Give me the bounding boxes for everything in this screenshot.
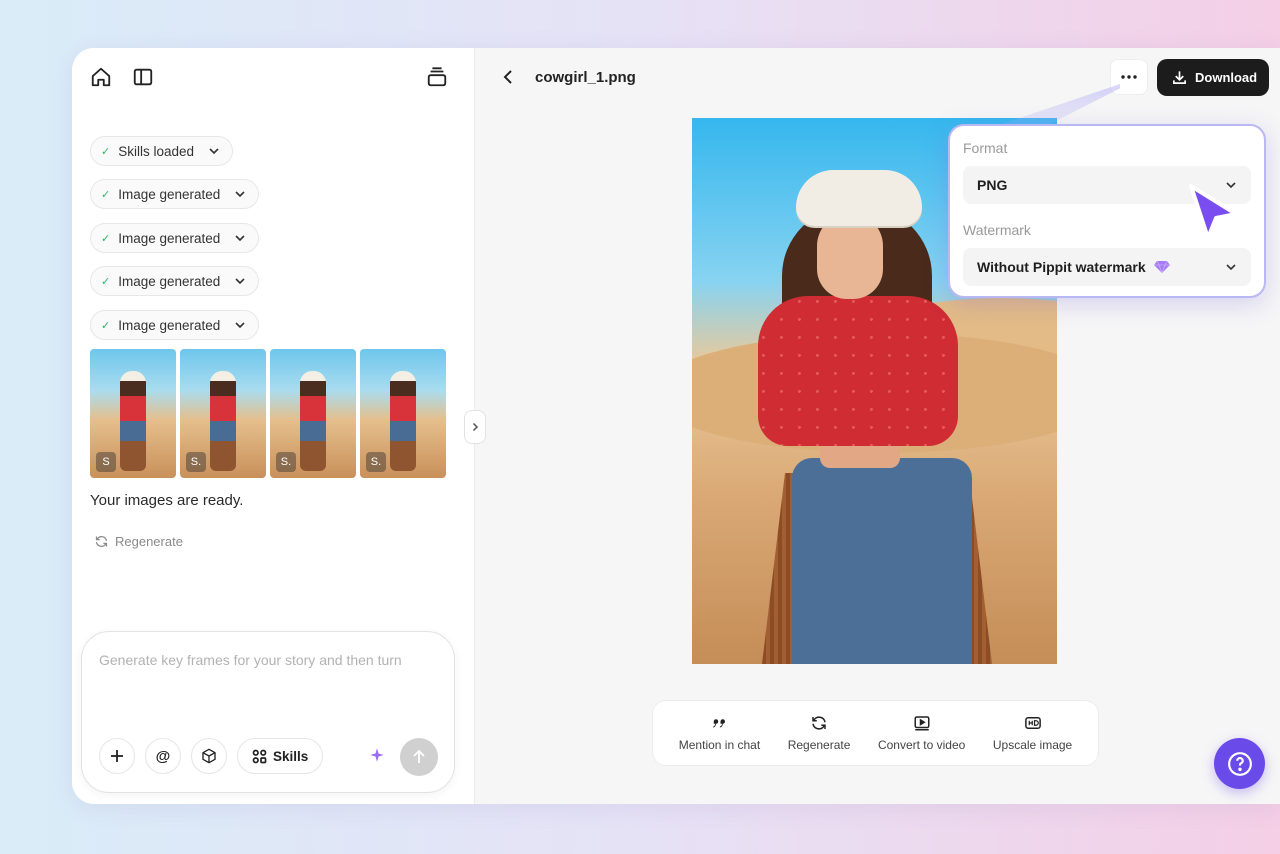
check-icon: ✓ (101, 319, 111, 332)
thumbnail-badge: S. (366, 452, 386, 472)
download-button[interactable]: Download (1157, 59, 1269, 96)
refresh-icon (95, 536, 108, 547)
skills-button[interactable]: Skills (237, 738, 324, 774)
chevron-right-icon (472, 422, 479, 432)
assistant-message: Your images are ready. (90, 492, 244, 509)
check-icon: ✓ (101, 232, 111, 245)
hd-icon (1024, 717, 1041, 729)
action-label: Mention in chat (678, 738, 761, 752)
thumbnail-badge: S. (186, 452, 206, 472)
home-icon[interactable] (90, 66, 112, 88)
regenerate-link[interactable]: Regenerate (94, 534, 183, 549)
chevron-down-icon (235, 278, 245, 285)
image-action-bar: Mention in chat Regenerate Convert to vi… (652, 700, 1099, 766)
chevron-down-icon (235, 235, 245, 242)
pointer-cursor-icon (1189, 184, 1238, 240)
watermark-value: Without Pippit watermark (977, 259, 1146, 275)
step-label: Image generated (118, 317, 221, 333)
chat-panel: ✓ Skills loaded ✓ Image generated ✓ Imag… (72, 48, 475, 804)
step-skills-loaded[interactable]: ✓ Skills loaded (90, 136, 234, 166)
premium-gem-icon (1153, 261, 1170, 273)
download-label: Download (1195, 70, 1258, 85)
step-image-generated[interactable]: ✓ Image generated (90, 223, 260, 253)
add-button[interactable] (99, 738, 135, 774)
step-image-generated[interactable]: ✓ Image generated (90, 310, 260, 340)
format-value: PNG (977, 177, 1008, 193)
step-image-generated[interactable]: ✓ Image generated (90, 266, 260, 296)
action-label: Convert to video (877, 738, 966, 752)
mention-in-chat-button[interactable]: Mention in chat (679, 714, 760, 752)
watermark-label: Watermark (963, 222, 1031, 238)
image-thumbnail[interactable]: S. (360, 349, 446, 478)
thumbnail-strip: S S. S. S. (90, 349, 446, 478)
check-icon: ✓ (101, 145, 111, 158)
step-label: Skills loaded (118, 143, 195, 159)
at-icon: @ (155, 747, 171, 765)
chevron-down-icon (1226, 264, 1236, 271)
image-thumbnail[interactable]: S. (270, 349, 356, 478)
action-label: Regenerate (787, 738, 851, 752)
prompt-input[interactable]: Generate key frames for your story and t… (99, 652, 402, 668)
mention-button[interactable]: @ (145, 738, 181, 774)
thumbnail-badge: S (96, 452, 116, 472)
action-label: Upscale image (992, 738, 1073, 752)
image-thumbnail[interactable]: S. (180, 349, 266, 478)
step-label: Image generated (118, 273, 221, 289)
history-stack-icon[interactable] (426, 66, 448, 88)
download-icon (1173, 71, 1186, 84)
prompt-composer: Generate key frames for your story and t… (81, 631, 455, 793)
play-video-icon (914, 716, 930, 731)
refresh-icon (812, 716, 826, 730)
quote-icon (713, 719, 726, 728)
chevron-down-icon (209, 148, 219, 155)
chevron-down-icon (235, 322, 245, 329)
ellipsis-icon (1121, 75, 1137, 79)
check-icon: ✓ (101, 188, 111, 201)
regenerate-label: Regenerate (115, 534, 183, 549)
thumbnail-badge: S. (276, 452, 296, 472)
step-image-generated[interactable]: ✓ Image generated (90, 179, 260, 209)
watermark-select[interactable]: Without Pippit watermark (963, 248, 1251, 286)
image-thumbnail[interactable]: S (90, 349, 176, 478)
convert-to-video-button[interactable]: Convert to video (878, 714, 965, 752)
help-button[interactable] (1214, 738, 1265, 789)
send-button[interactable] (400, 738, 438, 776)
plus-icon (111, 750, 123, 762)
skills-grid-icon (252, 749, 267, 763)
regenerate-button[interactable]: Regenerate (787, 714, 851, 752)
skills-label: Skills (273, 748, 309, 764)
step-label: Image generated (118, 186, 221, 202)
arrow-up-icon (413, 749, 425, 763)
sparkle-icon[interactable] (368, 746, 386, 764)
cube-icon (202, 748, 216, 764)
sidebar-toggle-icon[interactable] (132, 66, 154, 88)
format-label: Format (963, 140, 1008, 156)
model-button[interactable] (191, 738, 227, 774)
step-label: Image generated (118, 230, 221, 246)
upscale-image-button[interactable]: Upscale image (993, 714, 1072, 752)
chevron-down-icon (235, 191, 245, 198)
collapse-panel-button[interactable] (464, 410, 486, 444)
question-mark-icon (1227, 751, 1252, 776)
back-icon[interactable] (500, 68, 516, 86)
file-name: cowgirl_1.png (535, 69, 636, 86)
check-icon: ✓ (101, 275, 111, 288)
